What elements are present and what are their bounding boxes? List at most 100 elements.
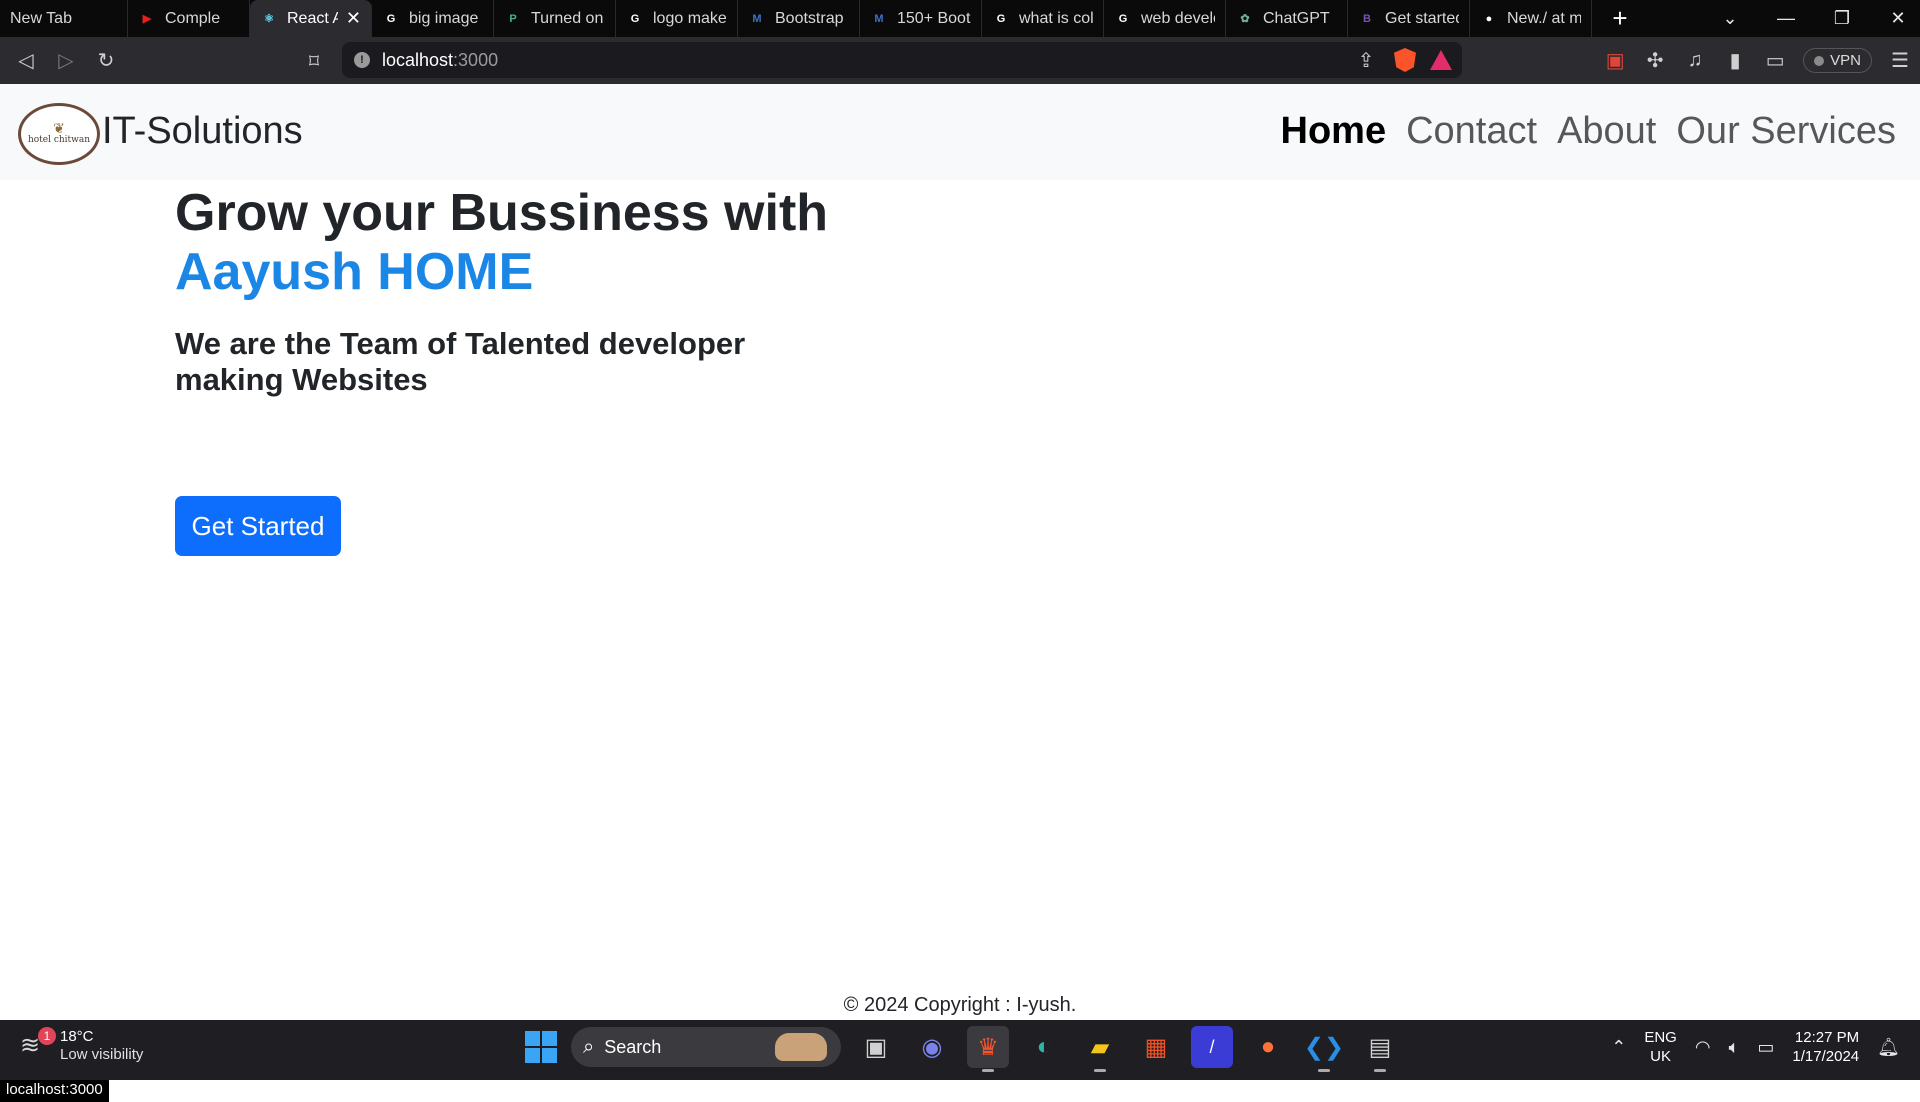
tab-favicon-icon: B [1363, 12, 1371, 25]
browser-tab[interactable]: ▶ Comple [128, 0, 250, 37]
browser-tab[interactable]: B Get started [1348, 0, 1470, 37]
tab-favicon-icon: G [630, 12, 640, 25]
nav-links: Home Contact About Our Services [1281, 110, 1896, 153]
tab-favicon-icon: ⚛ [264, 13, 274, 25]
browser-tab[interactable]: Gbig image l [372, 0, 494, 37]
weather-widget[interactable]: ≋ 1 18°C Low visibility [20, 1027, 144, 1064]
chevron-up-icon[interactable]: ⌃ [1611, 1037, 1626, 1058]
site-info-icon[interactable]: ! [354, 52, 370, 68]
brave-rewards-icon[interactable] [1430, 50, 1452, 70]
tab-controls: + ⌄ — ❐ ✕ [1598, 3, 1920, 34]
file-explorer-icon[interactable]: ▰ [1079, 1026, 1121, 1072]
lotus-icon: ❦ [53, 120, 65, 136]
menu-icon[interactable]: ☰ [1880, 41, 1920, 81]
tab-favicon-icon: ▶ [142, 13, 152, 25]
logo-text: hotel chitwan [27, 135, 91, 145]
browser-tab[interactable]: M Bootstrap F [738, 0, 860, 37]
tab-title: 150+ Boots [897, 9, 971, 27]
new-tab-button[interactable]: + [1598, 3, 1642, 34]
system-tray: ⌃ ENG UK ◠ 🔈︎ ▭ 12:27 PM 1/17/2024 🔔︎ [1611, 1028, 1900, 1066]
browser-tab[interactable]: Gweb develo [1104, 0, 1226, 37]
notification-bell-icon[interactable]: 🔔︎ [1877, 1037, 1900, 1058]
back-icon[interactable]: ◁ [6, 41, 46, 81]
weather-condition: Low visibility [60, 1046, 144, 1063]
firefox-icon[interactable]: ● [1247, 1026, 1289, 1068]
browser-tab[interactable]: ⚛ React A ✕ [250, 0, 372, 37]
brave-shields-icon[interactable] [1394, 48, 1416, 72]
nav-link-home[interactable]: Home [1281, 110, 1387, 153]
browser-tab[interactable]: New Tab [0, 0, 128, 37]
restore-button[interactable]: ❐ [1814, 8, 1870, 29]
media-icon[interactable]: ♫ [1675, 41, 1715, 81]
nav-link-about[interactable]: About [1557, 110, 1656, 153]
extensions-puzzle-icon[interactable]: ✣ [1635, 41, 1675, 81]
tab-favicon-icon: G [1118, 12, 1128, 25]
teams-chat-icon[interactable]: ◉ [911, 1026, 953, 1068]
address-bar[interactable]: ! localhost :3000 ⇪ [342, 42, 1462, 78]
tab-title: Comple [165, 9, 221, 27]
edge-icon[interactable]: ◐ [1023, 1026, 1065, 1068]
hero-subtitle: We are the Team of Talented developer ma… [175, 326, 746, 397]
vpn-button[interactable]: VPN [1803, 48, 1872, 73]
extension-icon[interactable]: ▣ [1595, 41, 1635, 81]
toolbar-right: ▣ ✣ ♫ ▮ ▭ VPN ☰ [1595, 37, 1920, 84]
browser-tab[interactable]: ● New./ at m [1470, 0, 1592, 37]
hero-section: Grow your Bussiness with Aayush HOME We … [175, 184, 975, 556]
power-automate-icon[interactable]: / [1191, 1026, 1233, 1068]
tab-title: logo maker [653, 9, 727, 27]
tab-title: New./ at m [1507, 9, 1581, 27]
address-bar-actions: ⇪ [1352, 42, 1452, 78]
link-status-bar: localhost:3000 [0, 1077, 109, 1102]
terminal-icon[interactable]: ▤ [1359, 1026, 1401, 1072]
vscode-icon[interactable]: ❮❯ [1303, 1026, 1345, 1072]
clock[interactable]: 12:27 PM 1/17/2024 [1792, 1028, 1859, 1066]
browser-tab[interactable]: ✿ ChatGPT [1226, 0, 1348, 37]
task-view-icon[interactable]: ▣ [855, 1026, 897, 1068]
start-button[interactable] [525, 1031, 557, 1063]
tab-title: Turned on l [531, 9, 605, 27]
site-logo[interactable]: ❦ hotel chitwan [18, 103, 100, 165]
search-icon: ⌕ [583, 1035, 595, 1058]
tab-favicon-icon: P [509, 12, 517, 25]
close-window-button[interactable]: ✕ [1870, 8, 1920, 29]
battery-icon[interactable]: ▭ [1757, 1037, 1774, 1058]
browser-tab-strip: New Tab ▶ Comple ⚛ React A ✕ Gbig image l P Turn… [0, 0, 1920, 37]
volume-icon[interactable]: 🔈︎ [1729, 1037, 1740, 1058]
search-highlight-icon [775, 1033, 827, 1061]
reload-icon[interactable]: ↻ [86, 41, 126, 81]
browser-tab[interactable]: Gwhat is col- [982, 0, 1104, 37]
hero-title-prefix: Grow your Bussiness with [175, 184, 829, 242]
language-code: ENG [1644, 1029, 1677, 1046]
tab-close-icon[interactable]: ✕ [346, 8, 361, 29]
tab-favicon-icon: ● [1485, 12, 1493, 25]
microsoft-store-icon[interactable]: ▦ [1135, 1026, 1177, 1068]
tab-list: New Tab ▶ Comple ⚛ React A ✕ Gbig image l P Turn… [0, 0, 1592, 37]
forward-icon[interactable]: ▷ [46, 41, 86, 81]
taskbar-search-label: Search [604, 1036, 662, 1057]
language-region: UK [1650, 1048, 1672, 1065]
url-host: localhost [382, 49, 454, 70]
browser-tab[interactable]: Glogo maker [616, 0, 738, 37]
nav-link-our-services[interactable]: Our Services [1676, 110, 1896, 153]
nav-link-contact[interactable]: Contact [1406, 110, 1537, 153]
tab-title: web develo [1141, 9, 1215, 27]
minimize-button[interactable]: — [1758, 8, 1814, 29]
tab-title: New Tab [10, 9, 72, 27]
wifi-icon[interactable]: ◠ [1695, 1037, 1711, 1058]
tab-title: what is col- [1019, 9, 1093, 27]
browser-tab[interactable]: M 150+ Boots [860, 0, 982, 37]
share-icon[interactable]: ⇪ [1352, 40, 1380, 80]
taskbar-apps: ⌕ Search ▣ ◉ ♛ ◐ ▰ ▦ / ● ❮❯ ▤ [525, 1026, 1401, 1072]
site-brand[interactable]: IT-Solutions [102, 110, 303, 153]
windows-taskbar: ≋ 1 18°C Low visibility ⌕ Search ▣ ◉ ♛ ◐… [0, 1020, 1920, 1080]
brave-taskbar-icon[interactable]: ♛ [967, 1026, 1009, 1072]
taskbar-search[interactable]: ⌕ Search [571, 1027, 841, 1067]
url-port: :3000 [453, 49, 499, 70]
get-started-button[interactable]: Get Started [175, 496, 341, 556]
browser-tab[interactable]: P Turned on l [494, 0, 616, 37]
bookmark-icon[interactable]: ⌑ [294, 41, 334, 81]
sidebar-icon[interactable]: ▮ [1715, 41, 1755, 81]
wallet-icon[interactable]: ▭ [1755, 41, 1795, 81]
tab-search-icon[interactable]: ⌄ [1702, 8, 1758, 29]
language-indicator[interactable]: ENG UK [1644, 1028, 1677, 1066]
